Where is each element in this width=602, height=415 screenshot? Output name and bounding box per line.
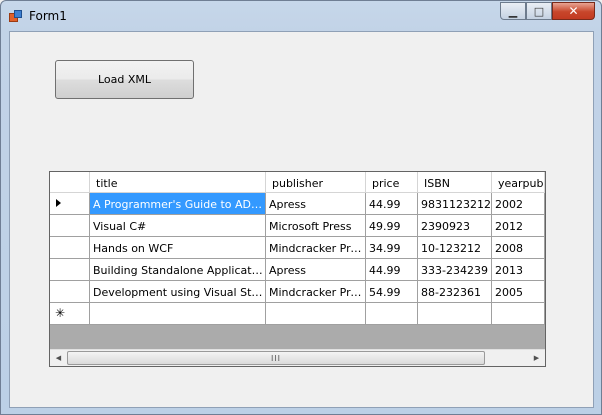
minimize-icon: ▁ [508,4,518,18]
scroll-left-icon: ◀ [55,354,62,362]
cell-year[interactable]: 2005 [492,281,545,302]
title-bar[interactable]: Form1 ▁ □ ✕ [1,1,601,31]
cell-year[interactable]: 2012 [492,215,545,236]
table-row[interactable]: Building Standalone Applications Apress … [50,259,545,281]
cell-isbn[interactable]: 333-234239 [418,259,492,280]
cell-isbn[interactable] [418,303,492,324]
cell-price[interactable]: 34.99 [366,237,418,258]
row-header[interactable] [50,237,90,258]
cell-price[interactable]: 49.99 [366,215,418,236]
scrollbar-thumb[interactable]: III [67,351,485,365]
maximize-icon: □ [533,4,545,18]
cell-publisher[interactable] [266,303,366,324]
row-header[interactable] [50,281,90,302]
column-header-publisher[interactable]: publisher [266,172,366,192]
grid-rows: A Programmer's Guide to ADO.N... Apress … [50,193,545,325]
table-row[interactable]: A Programmer's Guide to ADO.N... Apress … [50,193,545,215]
caption-buttons: ▁ □ ✕ [500,2,595,21]
row-header[interactable] [50,259,90,280]
cell-isbn[interactable]: 2390923 [418,215,492,236]
load-xml-button[interactable]: Load XML [55,60,194,99]
cell-publisher[interactable]: Apress [266,193,366,214]
column-header-title[interactable]: title [90,172,266,192]
minimize-button[interactable]: ▁ [500,2,526,20]
table-row[interactable]: Hands on WCF Mindcracker Press 34.99 10-… [50,237,545,259]
table-row[interactable]: Development using Visual Studio ... Mind… [50,281,545,303]
cell-publisher[interactable]: Mindcracker Press [266,237,366,258]
row-header[interactable] [50,215,90,236]
cell-isbn[interactable]: 9831123212 [418,193,492,214]
scroll-right-icon: ▶ [533,354,540,362]
cell-isbn[interactable]: 10-123212 [418,237,492,258]
close-icon: ✕ [568,4,579,18]
column-header-yearpublished[interactable]: yearpublis [492,172,545,192]
grid-header-row: title publisher price ISBN yearpublis [50,172,545,193]
cell-year[interactable] [492,303,545,324]
cell-title[interactable]: Development using Visual Studio ... [90,281,266,302]
column-header-price[interactable]: price [366,172,418,192]
form-client-area: Load XML title publisher price ISBN year… [9,31,594,408]
horizontal-scrollbar[interactable]: ◀ III ▶ [50,349,545,366]
window-title: Form1 [29,9,67,23]
cell-isbn[interactable]: 88-232361 [418,281,492,302]
cell-publisher[interactable]: Mindcracker Press [266,281,366,302]
cell-title[interactable]: Hands on WCF [90,237,266,258]
close-button[interactable]: ✕ [552,2,595,20]
cell-publisher[interactable]: Apress [266,259,366,280]
cell-price[interactable]: 44.99 [366,259,418,280]
column-header-isbn[interactable]: ISBN [418,172,492,192]
data-grid[interactable]: title publisher price ISBN yearpublis A … [49,171,546,367]
cell-title[interactable]: Building Standalone Applications [90,259,266,280]
table-row[interactable]: Visual C# Microsoft Press 49.99 2390923 … [50,215,545,237]
new-row[interactable]: ✳ [50,303,545,325]
form-window: Form1 ▁ □ ✕ Load XML title publisher pri… [0,0,602,415]
cell-title[interactable]: Visual C# [90,215,266,236]
app-icon[interactable] [9,10,22,22]
load-xml-button-label: Load XML [97,73,152,86]
cell-title[interactable]: A Programmer's Guide to ADO.N... [90,193,266,214]
cell-publisher[interactable]: Microsoft Press [266,215,366,236]
cell-year[interactable]: 2002 [492,193,545,214]
current-row-arrow-icon [56,199,61,207]
cell-year[interactable]: 2013 [492,259,545,280]
cell-price[interactable] [366,303,418,324]
scroll-left-button[interactable]: ◀ [50,350,67,366]
grid-corner-header[interactable] [50,172,90,192]
scroll-right-button[interactable]: ▶ [528,350,545,366]
row-header[interactable]: ✳ [50,303,90,324]
cell-price[interactable]: 44.99 [366,193,418,214]
cell-price[interactable]: 54.99 [366,281,418,302]
cell-title[interactable] [90,303,266,324]
maximize-button[interactable]: □ [526,2,552,20]
new-row-asterisk-icon: ✳ [55,306,66,320]
grip-icon: III [270,353,282,363]
cell-year[interactable]: 2008 [492,237,545,258]
row-header[interactable] [50,193,90,214]
